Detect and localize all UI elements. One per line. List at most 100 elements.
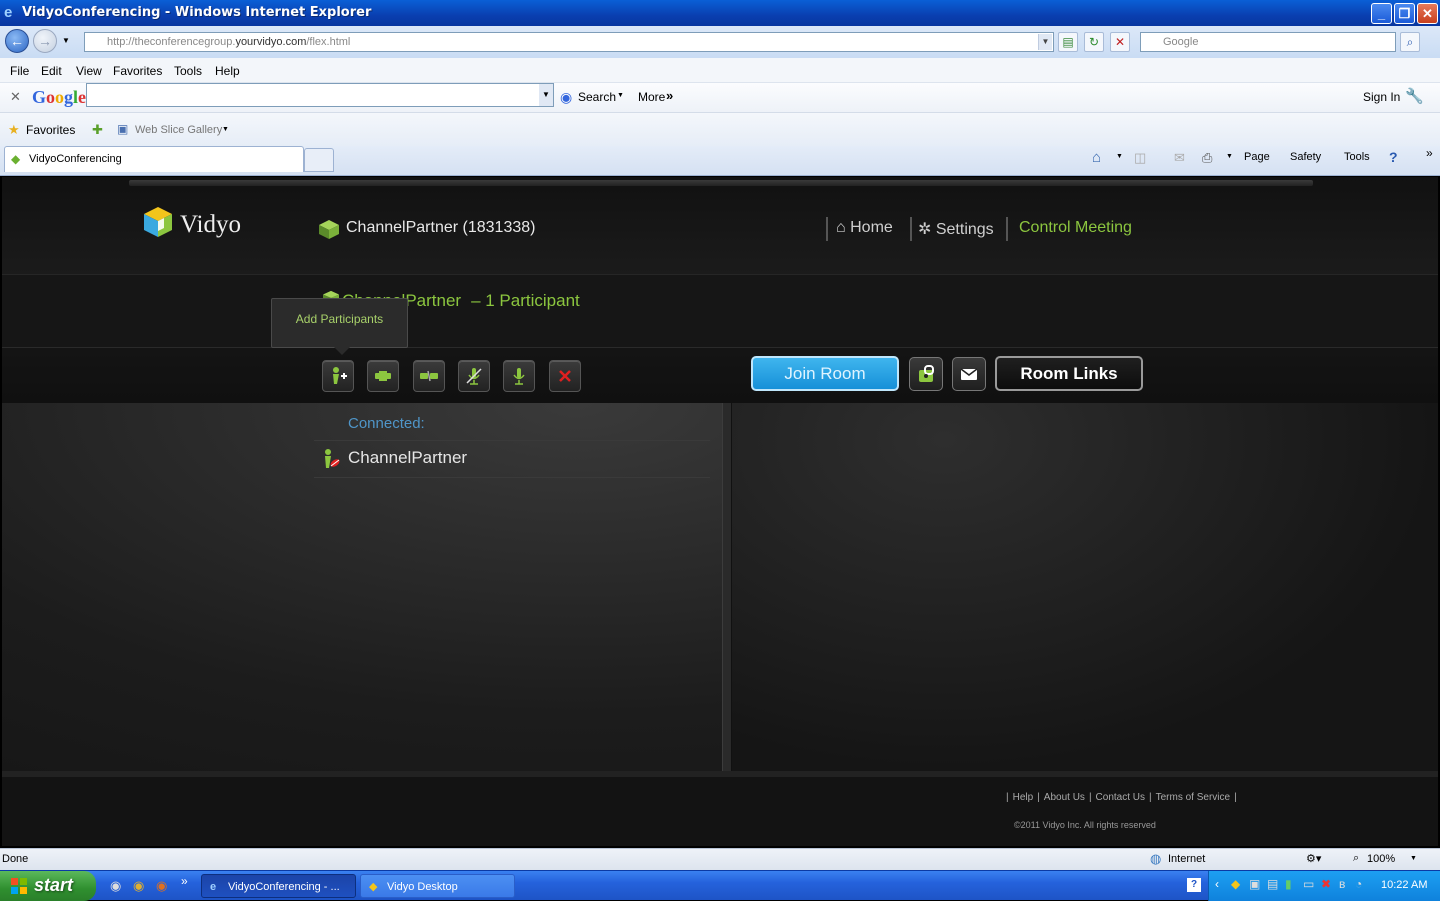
- safety-menu[interactable]: Safety: [1290, 151, 1321, 163]
- disconnect-all-button[interactable]: [367, 360, 399, 392]
- join-room-button[interactable]: Join Room: [751, 356, 899, 391]
- monitor-tray-icon[interactable]: ▭: [1303, 877, 1314, 891]
- url-prefix: http://theconferencegroup.: [107, 36, 236, 48]
- refresh-icon[interactable]: ↻: [1084, 32, 1104, 52]
- home-dropdown-icon[interactable]: ▼: [1116, 153, 1123, 160]
- web-slice-dropdown-icon[interactable]: ▼: [222, 126, 229, 133]
- google-search-button[interactable]: Search: [578, 90, 616, 104]
- room-links-button[interactable]: Room Links: [995, 356, 1143, 391]
- chrome-icon[interactable]: ◉: [133, 878, 144, 894]
- help-tray-icon[interactable]: ?: [1187, 878, 1201, 892]
- add-favorite-icon[interactable]: ✚: [92, 122, 103, 138]
- mute-all-button[interactable]: [458, 360, 490, 392]
- footer-about-link[interactable]: About Us: [1044, 792, 1085, 803]
- nav-separator: [826, 217, 828, 241]
- forward-button[interactable]: →: [33, 29, 57, 53]
- tooltip-text: Add Participants: [295, 312, 384, 326]
- google-logo: Google: [32, 87, 87, 107]
- participant-row[interactable]: ChannelPartner: [314, 442, 710, 478]
- security-tray-icon[interactable]: ✖: [1321, 877, 1331, 891]
- quicklaunch-more-icon[interactable]: »: [181, 874, 188, 888]
- footer-terms-link[interactable]: Terms of Service: [1156, 792, 1230, 803]
- web-slice-gallery[interactable]: Web Slice Gallery: [135, 124, 222, 136]
- search-input[interactable]: Google: [1140, 32, 1396, 52]
- back-button[interactable]: ←: [5, 29, 29, 53]
- unmute-all-button[interactable]: [503, 360, 535, 392]
- participant-icon: [325, 449, 340, 468]
- sign-in-button[interactable]: Sign In: [1363, 90, 1400, 104]
- tab-vidyoconferencing[interactable]: ◆ VidyoConferencing: [4, 146, 304, 172]
- volume-tray-icon[interactable]: ◔: [1355, 877, 1362, 891]
- address-toolbar: ← → ▼ http://theconferencegroup.yourvidy…: [0, 26, 1440, 58]
- start-label: start: [34, 875, 74, 895]
- tray-expand-icon[interactable]: ‹: [1215, 877, 1219, 891]
- menu-file[interactable]: File: [10, 64, 29, 78]
- start-button[interactable]: start: [0, 871, 96, 901]
- window-titlebar: e VidyoConferencing - Windows Internet E…: [0, 0, 1440, 26]
- page-menu[interactable]: Page: [1244, 151, 1270, 163]
- print-icon[interactable]: ⎙: [1202, 150, 1212, 166]
- compat-view-icon[interactable]: ▤: [1058, 32, 1078, 52]
- lock-room-button[interactable]: [909, 357, 943, 391]
- search-go-icon[interactable]: ⌕: [1400, 32, 1420, 52]
- chevron-more-icon[interactable]: »: [1426, 146, 1433, 160]
- network-tray-icon[interactable]: ▣: [1249, 877, 1260, 891]
- firefox-icon[interactable]: ◉: [156, 878, 167, 894]
- search-dropdown-icon[interactable]: ▼: [617, 92, 624, 99]
- task-vidyoconferencing[interactable]: e VidyoConferencing - ...: [201, 874, 356, 898]
- feeds-icon[interactable]: ◫: [1134, 150, 1146, 166]
- invite-email-button[interactable]: [952, 357, 986, 391]
- end-meeting-button[interactable]: [549, 360, 581, 392]
- add-participant-button[interactable]: [322, 360, 354, 392]
- help-icon[interactable]: ?: [1389, 149, 1398, 165]
- unlink-button[interactable]: [413, 360, 445, 392]
- panel-divider[interactable]: [722, 403, 732, 771]
- maximize-button[interactable]: ❐: [1394, 3, 1415, 24]
- nav-settings[interactable]: ✲ Settings: [918, 219, 994, 239]
- address-dropdown-icon[interactable]: ▼: [1038, 34, 1052, 50]
- signal-tray-icon[interactable]: ▮: [1285, 877, 1292, 891]
- menu-tools[interactable]: Tools: [174, 64, 202, 78]
- history-dropdown-icon[interactable]: ▼: [62, 36, 70, 45]
- unlink-icon: [420, 370, 438, 382]
- add-participant-icon: [333, 367, 347, 384]
- menu-edit[interactable]: Edit: [41, 64, 62, 78]
- minimize-button[interactable]: _: [1371, 3, 1392, 24]
- wrench-icon[interactable]: 🔧: [1405, 87, 1424, 105]
- nav-home[interactable]: ⌂ Home: [836, 219, 893, 237]
- zoom-dropdown-icon[interactable]: ▼: [1410, 855, 1417, 862]
- read-mail-icon[interactable]: ✉: [1174, 150, 1185, 166]
- close-button[interactable]: ✕: [1417, 3, 1438, 24]
- home-icon[interactable]: ⌂: [1092, 149, 1101, 166]
- favorites-button[interactable]: Favorites: [26, 123, 75, 137]
- footer-help-link[interactable]: Help: [1013, 792, 1034, 803]
- close-toolbar-icon[interactable]: ✕: [10, 89, 21, 105]
- more-button[interactable]: More: [638, 90, 665, 104]
- status-text: Done: [2, 853, 29, 865]
- display-tray-icon[interactable]: ▤: [1267, 877, 1278, 891]
- bluetooth-tray-icon[interactable]: ʙ: [1339, 877, 1345, 891]
- user-name: ChannelPartner (1831338): [346, 219, 536, 236]
- vidyo-cube-icon: [144, 207, 172, 237]
- menu-view[interactable]: View: [76, 64, 102, 78]
- mic-muted-icon: [466, 368, 482, 385]
- address-input[interactable]: http://theconferencegroup.yourvidyo.com/…: [84, 32, 1054, 52]
- menu-favorites[interactable]: Favorites: [113, 64, 162, 78]
- quicklaunch-ie-icon[interactable]: ◉: [110, 878, 121, 894]
- google-dropdown-icon[interactable]: ▼: [539, 84, 553, 106]
- zoom-level[interactable]: 100%: [1367, 853, 1395, 865]
- vidyo-tray-icon[interactable]: ◆: [1231, 877, 1240, 891]
- task-vidyo-desktop[interactable]: ◆ Vidyo Desktop: [360, 874, 515, 898]
- stop-icon[interactable]: ✕: [1110, 32, 1130, 52]
- new-tab-button[interactable]: [304, 148, 334, 172]
- taskbar: start ◉ ◉ ◉ » e VidyoConferencing - ... …: [0, 870, 1440, 901]
- footer-contact-link[interactable]: Contact Us: [1096, 792, 1145, 803]
- google-search-input[interactable]: ▼: [86, 83, 554, 107]
- menu-help[interactable]: Help: [215, 64, 240, 78]
- tools-menu[interactable]: Tools: [1344, 151, 1370, 163]
- page-footer: | Help | About Us | Contact Us | Terms of Servi…: [2, 771, 1438, 846]
- protected-mode-icon[interactable]: ⚙▾: [1306, 852, 1321, 865]
- nav-control-meeting[interactable]: Control Meeting: [1019, 219, 1132, 237]
- print-dropdown-icon[interactable]: ▼: [1226, 153, 1233, 160]
- nav-settings-label: Settings: [935, 221, 994, 238]
